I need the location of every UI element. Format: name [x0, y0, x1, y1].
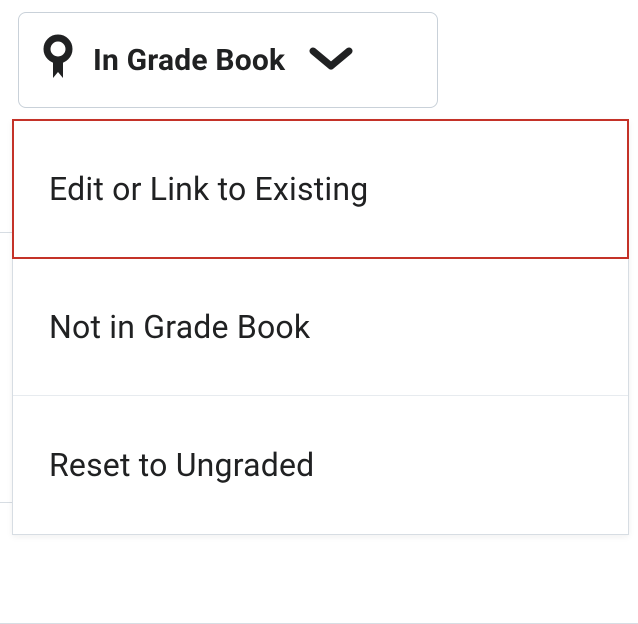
- menu-item-not-in-grade-book[interactable]: Not in Grade Book: [13, 258, 628, 396]
- grade-book-dropdown-button[interactable]: In Grade Book: [18, 12, 438, 108]
- menu-item-label: Reset to Ungraded: [49, 446, 314, 484]
- menu-item-edit-or-link[interactable]: Edit or Link to Existing: [13, 120, 628, 258]
- chevron-down-icon: [309, 46, 353, 74]
- menu-item-label: Not in Grade Book: [49, 308, 310, 346]
- menu-item-reset-ungraded[interactable]: Reset to Ungraded: [13, 396, 628, 534]
- menu-item-label: Edit or Link to Existing: [49, 170, 368, 208]
- grade-book-dropdown-menu: Edit or Link to Existing Not in Grade Bo…: [12, 119, 629, 535]
- ribbon-icon: [41, 34, 75, 86]
- dropdown-button-label: In Grade Book: [93, 43, 285, 78]
